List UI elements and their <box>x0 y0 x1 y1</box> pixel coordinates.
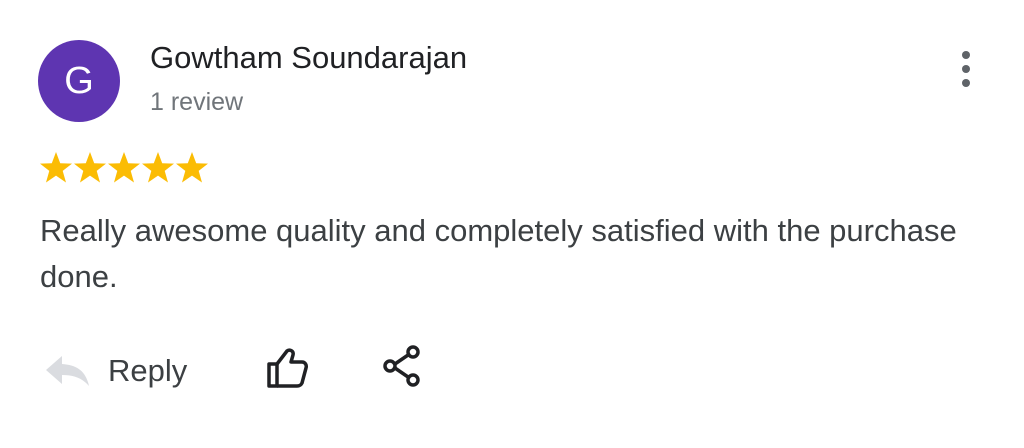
menu-dot <box>962 65 970 73</box>
more-vertical-icon[interactable] <box>948 44 984 94</box>
star-icon <box>176 152 208 183</box>
star-icon <box>142 152 174 183</box>
menu-dot <box>962 79 970 87</box>
review-count: 1 review <box>150 88 244 116</box>
share-button[interactable] <box>380 344 424 388</box>
reply-label: Reply <box>108 353 188 388</box>
thumbs-up-icon <box>267 348 308 388</box>
review-text: Really awesome quality and completely sa… <box>40 213 957 294</box>
star-icon <box>74 152 106 183</box>
avatar[interactable]: G <box>38 40 120 122</box>
reply-arrow-icon <box>46 356 89 386</box>
star-icon <box>108 152 140 183</box>
like-button[interactable] <box>264 346 312 390</box>
reviewer-name[interactable]: Gowtham Soundarajan <box>150 40 467 76</box>
menu-dot <box>962 51 970 59</box>
share-icon <box>383 345 420 387</box>
star-rating <box>40 146 208 186</box>
avatar-initial: G <box>64 59 94 102</box>
reply-button[interactable]: Reply <box>42 346 187 396</box>
star-icon <box>40 152 72 183</box>
